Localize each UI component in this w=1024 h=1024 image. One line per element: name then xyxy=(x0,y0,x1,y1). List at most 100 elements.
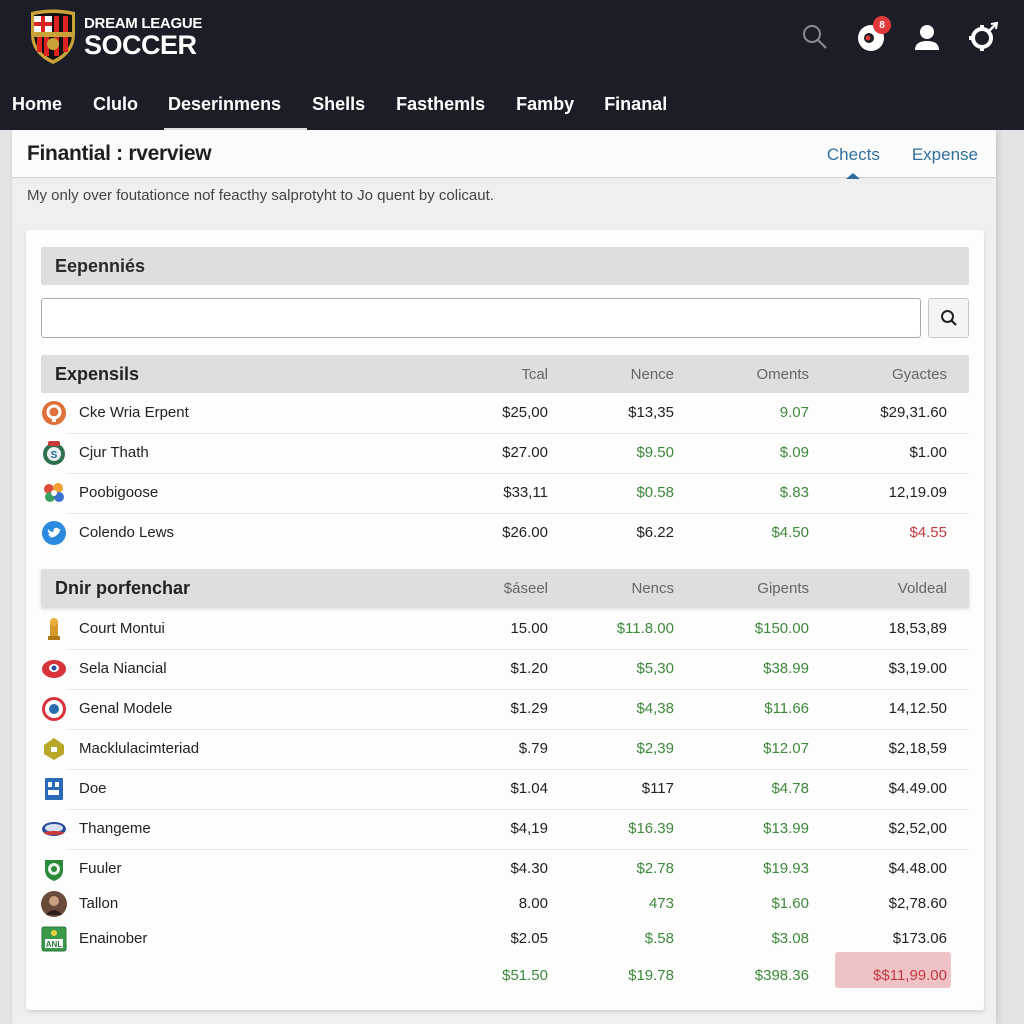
nav-home[interactable]: Home xyxy=(12,86,62,130)
row-value: $13.99 xyxy=(763,820,809,837)
row-value: $0.58 xyxy=(636,484,674,501)
section-porfenchar-header: Dnir porfenchar $áseel Nencs Gipents Vol… xyxy=(41,569,969,607)
row-value: $1.00 xyxy=(909,444,947,461)
table-row[interactable]: Genal Modele $1.29 $4,38 $11.66 14,12.50 xyxy=(41,689,969,729)
row-name: Thangeme xyxy=(79,820,151,837)
row-value: $4.55 xyxy=(909,524,947,541)
row-value: $.83 xyxy=(779,484,809,501)
search-icon xyxy=(940,310,957,326)
red-round-badge-icon xyxy=(42,697,66,721)
row-value: $5,30 xyxy=(636,660,674,677)
table-row[interactable]: Fuuler $4.30 $2.78 $19.93 $4.48.00 xyxy=(41,849,969,889)
column-header[interactable]: Gipents xyxy=(689,580,809,597)
table-row[interactable]: ANL Enainober $2.05 $.58 $3.08 $173.06 xyxy=(41,919,969,959)
green-club-crest-icon: S xyxy=(43,441,65,465)
nav-famby[interactable]: Famby xyxy=(516,86,574,130)
row-value: $.79 xyxy=(518,740,548,757)
tab-expense[interactable]: Expense xyxy=(912,145,978,165)
column-header[interactable]: Gyactes xyxy=(827,366,947,383)
settings-button[interactable] xyxy=(966,20,1000,54)
column-header[interactable]: Voldeal xyxy=(827,580,947,597)
blue-square-logo-icon xyxy=(45,778,63,800)
column-header[interactable]: Nencs xyxy=(554,580,674,597)
row-value: $4.50 xyxy=(771,524,809,541)
search-input[interactable] xyxy=(41,298,921,338)
row-name: Court Montui xyxy=(79,620,165,637)
row-value: $27.00 xyxy=(502,444,548,461)
row-name: Sela Niancial xyxy=(79,660,167,677)
row-value: $3,19.00 xyxy=(888,660,947,677)
row-value: 12,19.09 xyxy=(888,484,947,501)
row-value: $1.04 xyxy=(510,780,548,797)
table-row[interactable]: S Cjur Thath $27.00 $9.50 $.09 $1.00 xyxy=(41,433,969,473)
total-cell: $51.50 xyxy=(502,967,548,984)
total-cell: $398.36 xyxy=(754,967,809,984)
row-value: 473 xyxy=(648,895,674,912)
row-value: 15.00 xyxy=(510,620,548,637)
profile-button[interactable] xyxy=(910,20,944,54)
top-header: DREAM LEAGUE SOCCER 8 Home Clulo Deserin… xyxy=(0,0,1024,130)
card-heading-label: Eepenniés xyxy=(55,256,146,276)
row-divider xyxy=(67,513,969,514)
row-name: Fuuler xyxy=(79,860,122,877)
column-header[interactable]: Nence xyxy=(554,366,674,383)
search-button[interactable] xyxy=(798,20,832,54)
table-row[interactable]: Tallon 8.00 473 $1.60 $2,78.60 xyxy=(41,884,969,924)
olive-hexagon-badge-icon xyxy=(44,738,64,760)
row-divider xyxy=(67,729,969,730)
row-value: $4,19 xyxy=(510,820,548,837)
row-value: $2.78 xyxy=(636,860,674,877)
table-row[interactable]: Doe $1.04 $117 $4.78 $4.49.00 xyxy=(41,769,969,809)
blue-oval-brand-icon xyxy=(42,822,66,836)
green-sign-logo-icon: ANL xyxy=(41,926,67,952)
row-value: $1.20 xyxy=(510,660,548,677)
row-value: $33,11 xyxy=(503,484,548,501)
tab-chects[interactable]: Chects xyxy=(827,145,880,179)
row-divider xyxy=(67,849,969,850)
column-header[interactable]: Oments xyxy=(689,366,809,383)
notifications-button[interactable]: 8 xyxy=(854,16,891,54)
column-header[interactable]: Tcal xyxy=(428,366,548,383)
nav-club[interactable]: Clulo xyxy=(93,86,138,130)
table-row[interactable]: Cke Wria Erpent $25,00 $13,35 9.07 $29,31.60 xyxy=(41,393,969,433)
financial-panel: Finantial : rverview Chects Expense My o… xyxy=(12,130,996,1024)
main-nav: Home Clulo Deserinmens Shells Fasthemls … xyxy=(0,86,667,130)
view-tabs: Chects Expense xyxy=(827,145,978,179)
page-subtitle: My only over foutationce nof feacthy sal… xyxy=(27,187,494,204)
row-value: $38.99 xyxy=(763,660,809,677)
table-row[interactable]: Sela Niancial $1.20 $5,30 $38.99 $3,19.00 xyxy=(41,649,969,689)
row-value: $173.06 xyxy=(892,930,947,947)
panel-header: Finantial : rverview Chects Expense xyxy=(12,130,996,179)
totals-row: $51.50 $19.78 $398.36 $$11,99.00 xyxy=(41,952,969,996)
row-name: Poobigoose xyxy=(79,484,159,501)
user-icon xyxy=(915,25,939,50)
table-row[interactable]: Thangeme $4,19 $16.39 $13.99 $2,52,00 xyxy=(41,809,969,849)
table-row[interactable]: Poobigoose $33,11 $0.58 $.83 12,19.09 xyxy=(41,473,969,513)
row-value: $4.30 xyxy=(510,860,548,877)
section-title: Dnir porfenchar xyxy=(55,578,191,598)
table-row[interactable]: Court Montui 15.00 $11.8.00 $150.00 18,53,89 xyxy=(41,609,969,649)
nav-finanal[interactable]: Finanal xyxy=(604,86,667,130)
row-value: $11.66 xyxy=(764,700,809,717)
row-value: $16.39 xyxy=(628,820,674,837)
row-value: $1.60 xyxy=(771,895,809,912)
nav-deserinmens[interactable]: Deserinmens xyxy=(164,86,308,130)
orange-circle-logo-icon xyxy=(42,401,66,425)
table-row[interactable]: Colendo Lews $26.00 $6.22 $4.50 $4.55 xyxy=(41,513,969,553)
nav-fasthemls[interactable]: Fasthemls xyxy=(396,86,485,130)
row-value: $6.22 xyxy=(636,524,674,541)
nav-shells[interactable]: Shells xyxy=(312,86,365,130)
row-value: $3.08 xyxy=(771,930,809,947)
column-header[interactable]: $áseel xyxy=(428,580,548,597)
section-expensils-header: Expensils Tcal Nence Oments Gyactes xyxy=(41,355,969,393)
search-submit-button[interactable] xyxy=(928,298,969,338)
logo-text-bottom: SOCCER xyxy=(84,29,197,60)
row-value: $2.05 xyxy=(510,930,548,947)
app-logo[interactable]: DREAM LEAGUE SOCCER xyxy=(28,8,202,66)
row-value: $4,38 xyxy=(636,700,674,717)
search-icon xyxy=(803,25,827,49)
row-value: $29,31.60 xyxy=(880,404,947,421)
row-divider xyxy=(67,433,969,434)
row-value: $1.29 xyxy=(510,700,548,717)
table-row[interactable]: Macklulacimteriad $.79 $2,39 $12.07 $2,18,59 xyxy=(41,729,969,769)
